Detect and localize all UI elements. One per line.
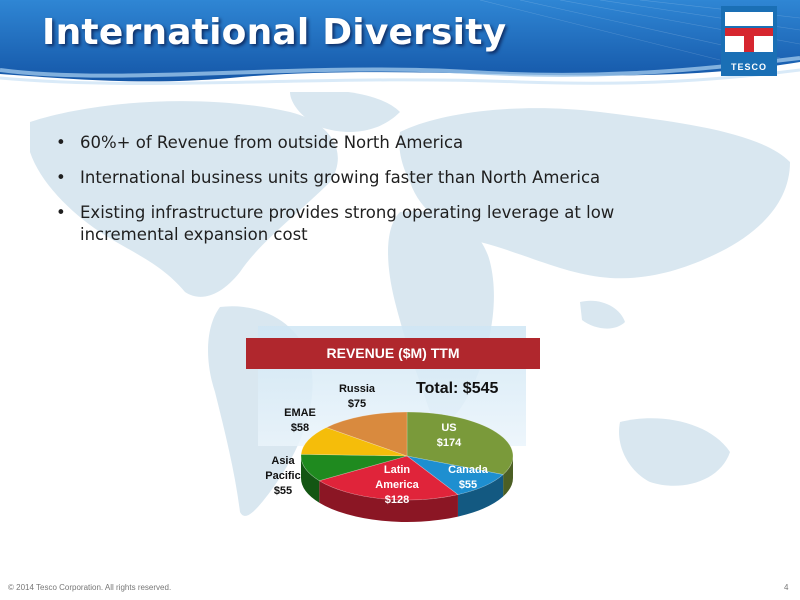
logo-text: TESCO: [730, 62, 767, 72]
bullet-item: • 60%+ of Revenue from outside North Amer…: [56, 132, 696, 154]
slice-value: $174: [436, 437, 462, 449]
bullet-marker: •: [56, 203, 66, 222]
page-number: 4: [784, 583, 789, 592]
chart-title: REVENUE ($M) TTM: [246, 338, 540, 369]
slice-value: $55: [273, 485, 293, 497]
header-banner: International Diversity TESCO: [0, 0, 800, 92]
tesco-logo: TESCO: [721, 6, 777, 76]
slice-name: Russia: [338, 383, 376, 395]
slice-name: US: [441, 422, 457, 434]
slice-label-us: US $174: [424, 421, 474, 451]
slice-value: $75: [347, 398, 367, 410]
bullet-item: • Existing infrastructure provides strong…: [56, 202, 696, 246]
bullet-marker: •: [56, 133, 66, 152]
slice-label-russia: Russia $75: [334, 382, 380, 412]
bullet-item: • International business units growing fa…: [56, 167, 696, 189]
logo-emblem-icon: [725, 12, 773, 52]
slice-label-latin-america: Latin America $128: [368, 463, 426, 508]
bullet-text: Existing infrastructure provides strong …: [80, 203, 615, 244]
page-title: International Diversity: [42, 12, 507, 53]
slice-value: $128: [384, 494, 410, 506]
bullet-marker: •: [56, 168, 66, 187]
bullet-text: 60%+ of Revenue from outside North Ameri…: [80, 133, 464, 152]
slice-name: Latin America: [375, 464, 419, 491]
slice-label-canada: Canada $55: [440, 463, 496, 493]
slice-value: $55: [458, 479, 478, 491]
slice-name: EMAE: [284, 407, 316, 419]
footer-copyright: © 2014 Tesco Corporation. All rights res…: [8, 583, 172, 592]
slice-label-asia-pacific: Asia Pacific $55: [260, 454, 306, 499]
slice-label-emae: EMAE $58: [278, 406, 322, 436]
slice-name: Asia Pacific: [265, 455, 301, 482]
bullet-list: • 60%+ of Revenue from outside North Amer…: [56, 132, 696, 259]
slice-name: Canada: [448, 464, 488, 476]
slice-value: $58: [290, 422, 310, 434]
chart-total: Total: $545: [416, 380, 499, 397]
bullet-text: International business units growing fas…: [80, 168, 601, 187]
